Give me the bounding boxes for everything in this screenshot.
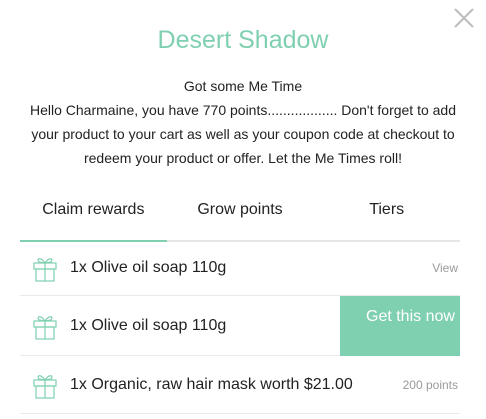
tab-grow-points[interactable]: Grow points — [167, 190, 314, 240]
intro-message: Hello Charmaine, you have 770 points....… — [29, 102, 456, 166]
gift-icon — [33, 315, 57, 340]
gift-icon — [33, 257, 57, 282]
reward-row: 1x Olive oil soap 110g Get this now — [20, 296, 460, 356]
tab-tiers[interactable]: Tiers — [313, 190, 460, 240]
reward-name: 1x Olive oil soap 110g — [70, 258, 227, 276]
intro-heading: Got some Me Time — [183, 78, 303, 94]
reward-name: 1x Olive oil soap 110g — [70, 316, 227, 334]
reward-name: 1x Organic, raw hair mask worth $21.00 — [70, 375, 353, 393]
tab-bar: Claim rewards Grow points Tiers — [20, 190, 460, 242]
intro-text: Got some Me Time Hello Charmaine, you ha… — [18, 74, 468, 170]
gift-icon — [33, 374, 57, 399]
rewards-list: 1x Olive oil soap 110g View 1x Olive oil… — [20, 240, 460, 414]
tab-claim-rewards[interactable]: Claim rewards — [20, 190, 167, 242]
modal-title: Desert Shadow — [157, 26, 329, 54]
close-button[interactable] — [454, 8, 474, 28]
close-icon — [454, 8, 474, 28]
reward-row: 1x Organic, raw hair mask worth $21.00 2… — [20, 356, 460, 414]
view-link[interactable]: View — [432, 261, 458, 275]
reward-row: 1x Olive oil soap 110g View — [20, 240, 460, 296]
get-this-now-button[interactable]: Get this now — [340, 296, 460, 356]
points-cost: 200 points — [402, 377, 458, 392]
